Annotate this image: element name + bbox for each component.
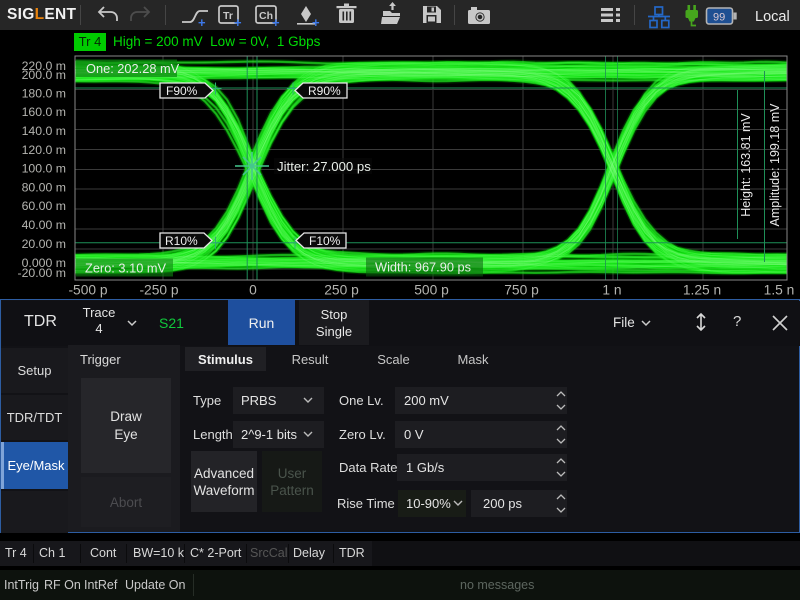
svg-text:140.0 m: 140.0 m — [22, 124, 66, 138]
svg-text:160.0 m: 160.0 m — [22, 105, 66, 119]
svg-text:180.0 m: 180.0 m — [22, 86, 66, 100]
svg-text:250 p: 250 p — [324, 283, 359, 298]
svg-text:20.00 m: 20.00 m — [22, 237, 66, 251]
svg-text:R90%: R90% — [308, 84, 341, 98]
svg-text:750 p: 750 p — [504, 283, 539, 298]
svg-text:60.00 m: 60.00 m — [22, 199, 66, 213]
svg-text:1.25 n: 1.25 n — [683, 283, 721, 298]
svg-text:Height: 163.81 mV: Height: 163.81 mV — [739, 113, 753, 217]
svg-text:+: + — [272, 15, 280, 30]
svg-text:-250 p: -250 p — [139, 283, 178, 298]
svg-text:Tr: Tr — [223, 10, 233, 22]
svg-text:200.0 m: 200.0 m — [22, 68, 66, 82]
svg-text:-20.00 m: -20.00 m — [17, 266, 66, 280]
svg-text:+: + — [234, 15, 242, 30]
svg-text:99: 99 — [713, 12, 725, 24]
svg-text:0: 0 — [249, 283, 257, 298]
svg-text:R10%: R10% — [165, 234, 198, 248]
svg-text:1.5 n: 1.5 n — [764, 283, 795, 298]
svg-text:Width: 967.90 ps: Width: 967.90 ps — [375, 260, 471, 275]
svg-text:Jitter: 27.000 ps: Jitter: 27.000 ps — [277, 159, 371, 174]
svg-text:500 p: 500 p — [414, 283, 449, 298]
svg-text:100.0 m: 100.0 m — [22, 162, 66, 176]
svg-text:Local: Local — [755, 9, 790, 25]
svg-text:Amplitude: 199.18 mV: Amplitude: 199.18 mV — [768, 103, 782, 227]
svg-text:Ch: Ch — [259, 10, 273, 22]
svg-text:80.00 m: 80.00 m — [22, 180, 66, 194]
svg-text:F10%: F10% — [309, 234, 341, 248]
svg-text:1 n: 1 n — [602, 283, 621, 298]
svg-text:+: + — [198, 15, 206, 30]
svg-text:F90%: F90% — [166, 84, 198, 98]
svg-text:40.00 m: 40.00 m — [22, 218, 66, 232]
svg-text:120.0 m: 120.0 m — [22, 143, 66, 157]
svg-text:+: + — [312, 15, 320, 30]
svg-text:-500 p: -500 p — [68, 283, 107, 298]
svg-text:Zero: 3.10 mV: Zero: 3.10 mV — [85, 261, 167, 276]
svg-text:One: 202.28 mV: One: 202.28 mV — [86, 61, 180, 76]
